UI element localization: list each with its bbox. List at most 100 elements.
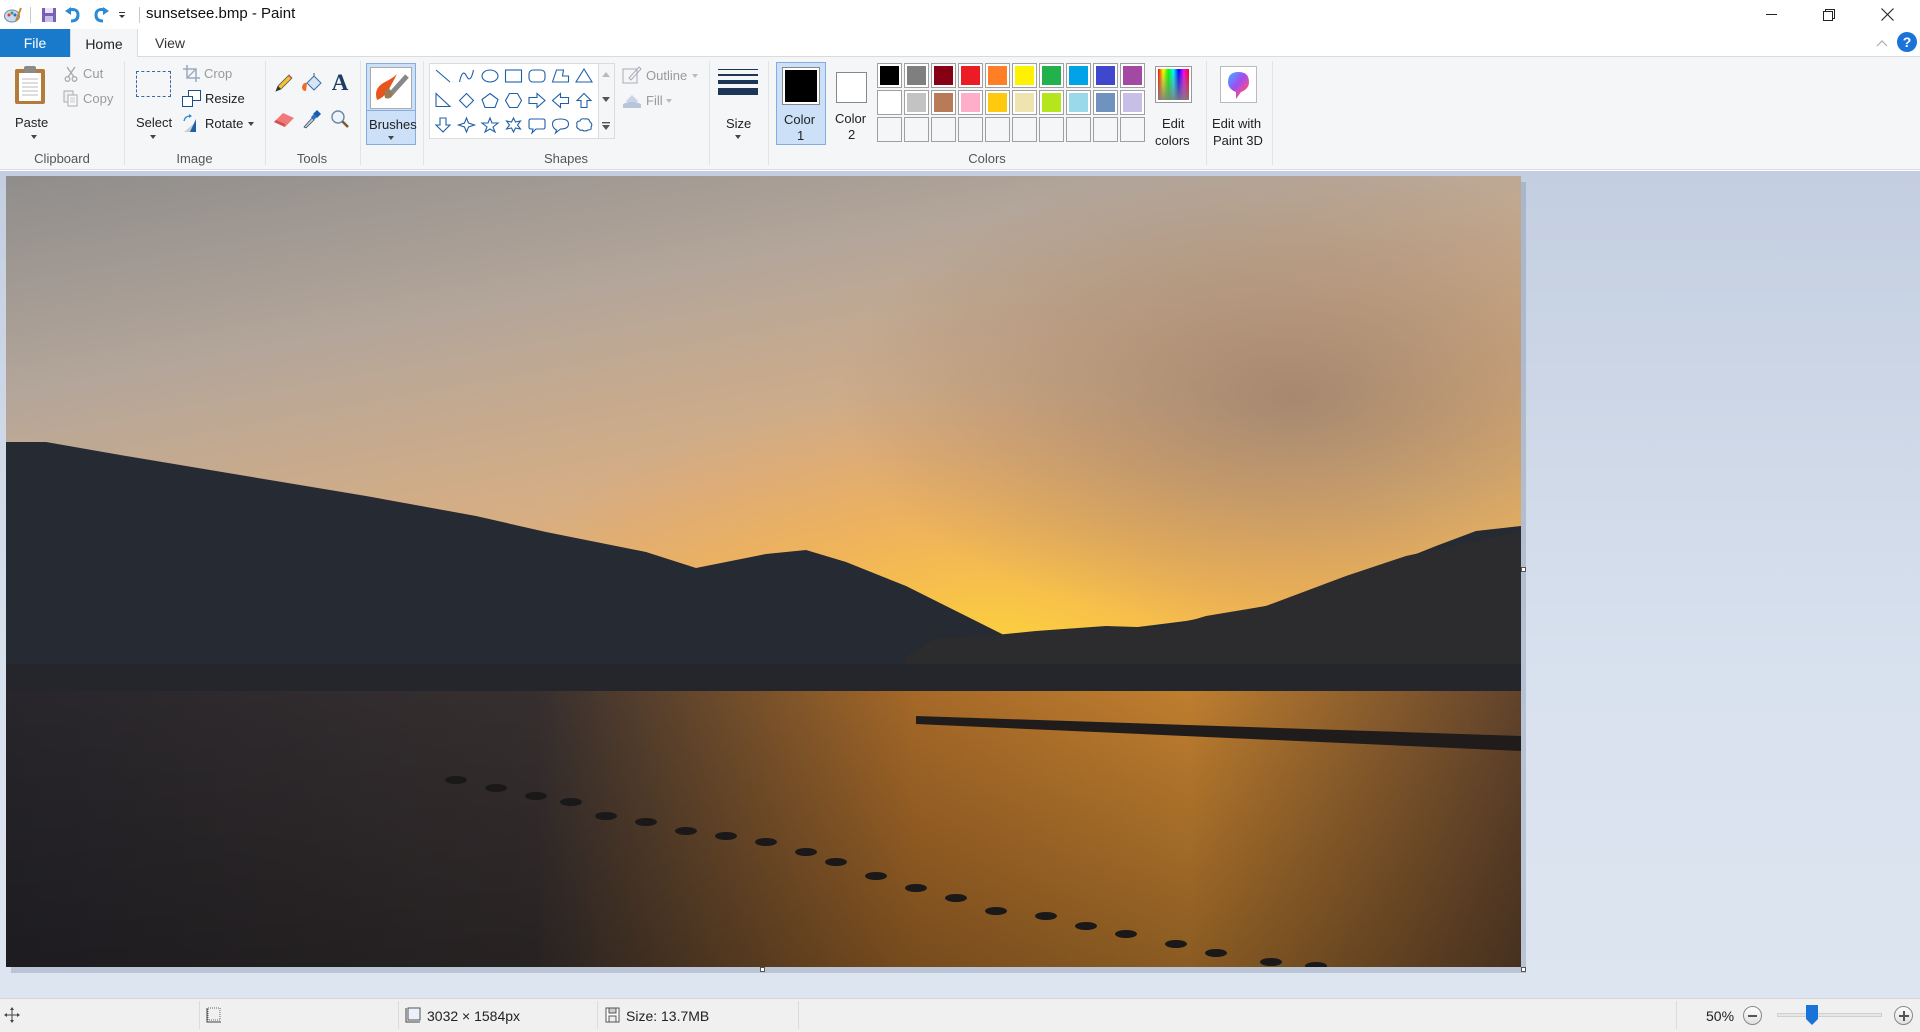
help-button[interactable]: ? [1897,32,1917,52]
zoom-slider-track[interactable] [1777,1013,1882,1017]
palette-color-swatch[interactable] [1012,90,1037,115]
color-picker-tool[interactable] [300,107,324,131]
tab-home[interactable]: Home [70,29,138,58]
palette-color-swatch[interactable] [931,63,956,88]
palette-color-swatch[interactable] [1066,63,1091,88]
shape-polygon-icon[interactable] [551,69,570,83]
custom-color-slot[interactable] [1039,117,1064,142]
group-label-image: Image [176,151,213,166]
eraser-tool[interactable] [272,107,296,131]
eyedropper-icon [303,110,321,129]
shape-down-arrow-icon[interactable] [434,117,452,133]
palette-color-swatch[interactable] [958,63,983,88]
outline-button[interactable]: Outline [622,66,702,86]
shape-oval-callout-icon[interactable] [551,118,570,135]
tab-file[interactable]: File [0,29,70,57]
select-button[interactable]: Select [130,61,176,141]
shape-triangle-icon[interactable] [575,67,593,83]
minimize-button[interactable] [1742,0,1800,29]
custom-color-slot[interactable] [1066,117,1091,142]
resize-handle-right[interactable] [1521,567,1526,572]
palette-color-swatch[interactable] [877,90,902,115]
palette-color-swatch[interactable] [877,63,902,88]
shape-right-triangle-icon[interactable] [435,92,452,108]
palette-color-swatch[interactable] [1039,63,1064,88]
rotate-button[interactable]: Rotate [182,114,260,134]
palette-color-swatch[interactable] [904,90,929,115]
shape-rounded-rectangle-icon[interactable] [528,69,546,83]
shape-diamond-icon[interactable] [458,92,475,109]
scroll-up-icon[interactable] [602,71,610,77]
customize-quick-access-dropdown-icon[interactable] [114,4,130,26]
shape-right-arrow-icon[interactable] [528,92,546,109]
pencil-icon [275,74,293,92]
shape-left-arrow-icon[interactable] [551,92,570,109]
resize-handle-bottom[interactable] [760,967,765,972]
color2-button[interactable]: Color 2 [828,62,876,145]
undo-icon[interactable] [62,4,84,26]
tab-view[interactable]: View [138,29,202,57]
palette-color-swatch[interactable] [904,63,929,88]
paint-app-icon[interactable] [2,4,24,26]
shape-hexagon-icon[interactable] [504,92,523,109]
custom-color-slot[interactable] [985,117,1010,142]
shape-rounded-rectangular-callout-icon[interactable] [528,118,546,135]
shape-oval-icon[interactable] [481,69,499,83]
shape-four-point-star-icon[interactable] [456,116,477,134]
minimize-ribbon-button[interactable] [1874,35,1890,51]
magnifier-tool[interactable] [328,107,352,131]
custom-color-slot[interactable] [931,117,956,142]
save-icon[interactable] [38,4,60,26]
copy-button[interactable]: Copy [62,89,122,109]
palette-color-swatch[interactable] [1039,90,1064,115]
fill-with-color-tool[interactable] [300,71,324,95]
palette-color-swatch[interactable] [985,90,1010,115]
custom-color-slot[interactable] [877,117,902,142]
palette-color-swatch[interactable] [1012,63,1037,88]
eraser-icon [274,113,294,127]
zoom-in-button[interactable] [1894,1006,1913,1025]
paste-button[interactable]: Paste [4,61,56,141]
custom-color-slot[interactable] [904,117,929,142]
crop-button[interactable]: Crop [182,64,252,84]
close-button[interactable] [1858,0,1916,29]
shape-line-icon[interactable] [435,69,451,83]
custom-color-slot[interactable] [1120,117,1145,142]
shape-curve-icon[interactable] [458,69,475,83]
custom-color-slot[interactable] [1093,117,1118,142]
color1-button[interactable]: Color 1 [776,62,826,145]
custom-color-slot[interactable] [958,117,983,142]
shape-cloud-callout-icon[interactable] [576,118,593,132]
resize-button[interactable]: Resize [182,89,252,109]
text-tool[interactable]: A [328,70,352,95]
size-button[interactable]: Size [714,63,762,143]
palette-color-swatch[interactable] [1120,90,1145,115]
expand-gallery-icon[interactable] [602,122,610,130]
redo-icon[interactable] [90,4,112,26]
palette-color-swatch[interactable] [1093,90,1118,115]
shape-rectangle-icon[interactable] [504,69,523,83]
palette-color-swatch[interactable] [958,90,983,115]
palette-color-swatch[interactable] [1120,63,1145,88]
resize-handle-corner[interactable] [1521,967,1526,972]
custom-color-slot[interactable] [1012,117,1037,142]
edit-colors-button[interactable]: Edit colors [1150,62,1198,148]
shape-six-point-star-icon[interactable] [505,116,522,134]
scroll-down-icon[interactable] [602,97,610,103]
fill-button[interactable]: Fill [622,91,682,111]
brushes-button[interactable]: Brushes [366,63,417,145]
shape-five-point-star-icon[interactable] [480,116,500,134]
palette-color-swatch[interactable] [1066,90,1091,115]
restore-button[interactable] [1800,0,1858,29]
pencil-tool[interactable] [272,71,296,95]
cut-button[interactable]: Cut [62,64,122,84]
drawing-canvas[interactable] [6,176,1521,967]
zoom-slider-thumb[interactable] [1806,1005,1818,1025]
shape-up-arrow-icon[interactable] [575,92,593,109]
palette-color-swatch[interactable] [931,90,956,115]
palette-color-swatch[interactable] [985,63,1010,88]
palette-color-swatch[interactable] [1093,63,1118,88]
edit-with-paint3d-button[interactable]: Edit with Paint 3D [1210,62,1270,148]
zoom-out-button[interactable] [1743,1006,1762,1025]
shape-pentagon-icon[interactable] [481,92,499,109]
